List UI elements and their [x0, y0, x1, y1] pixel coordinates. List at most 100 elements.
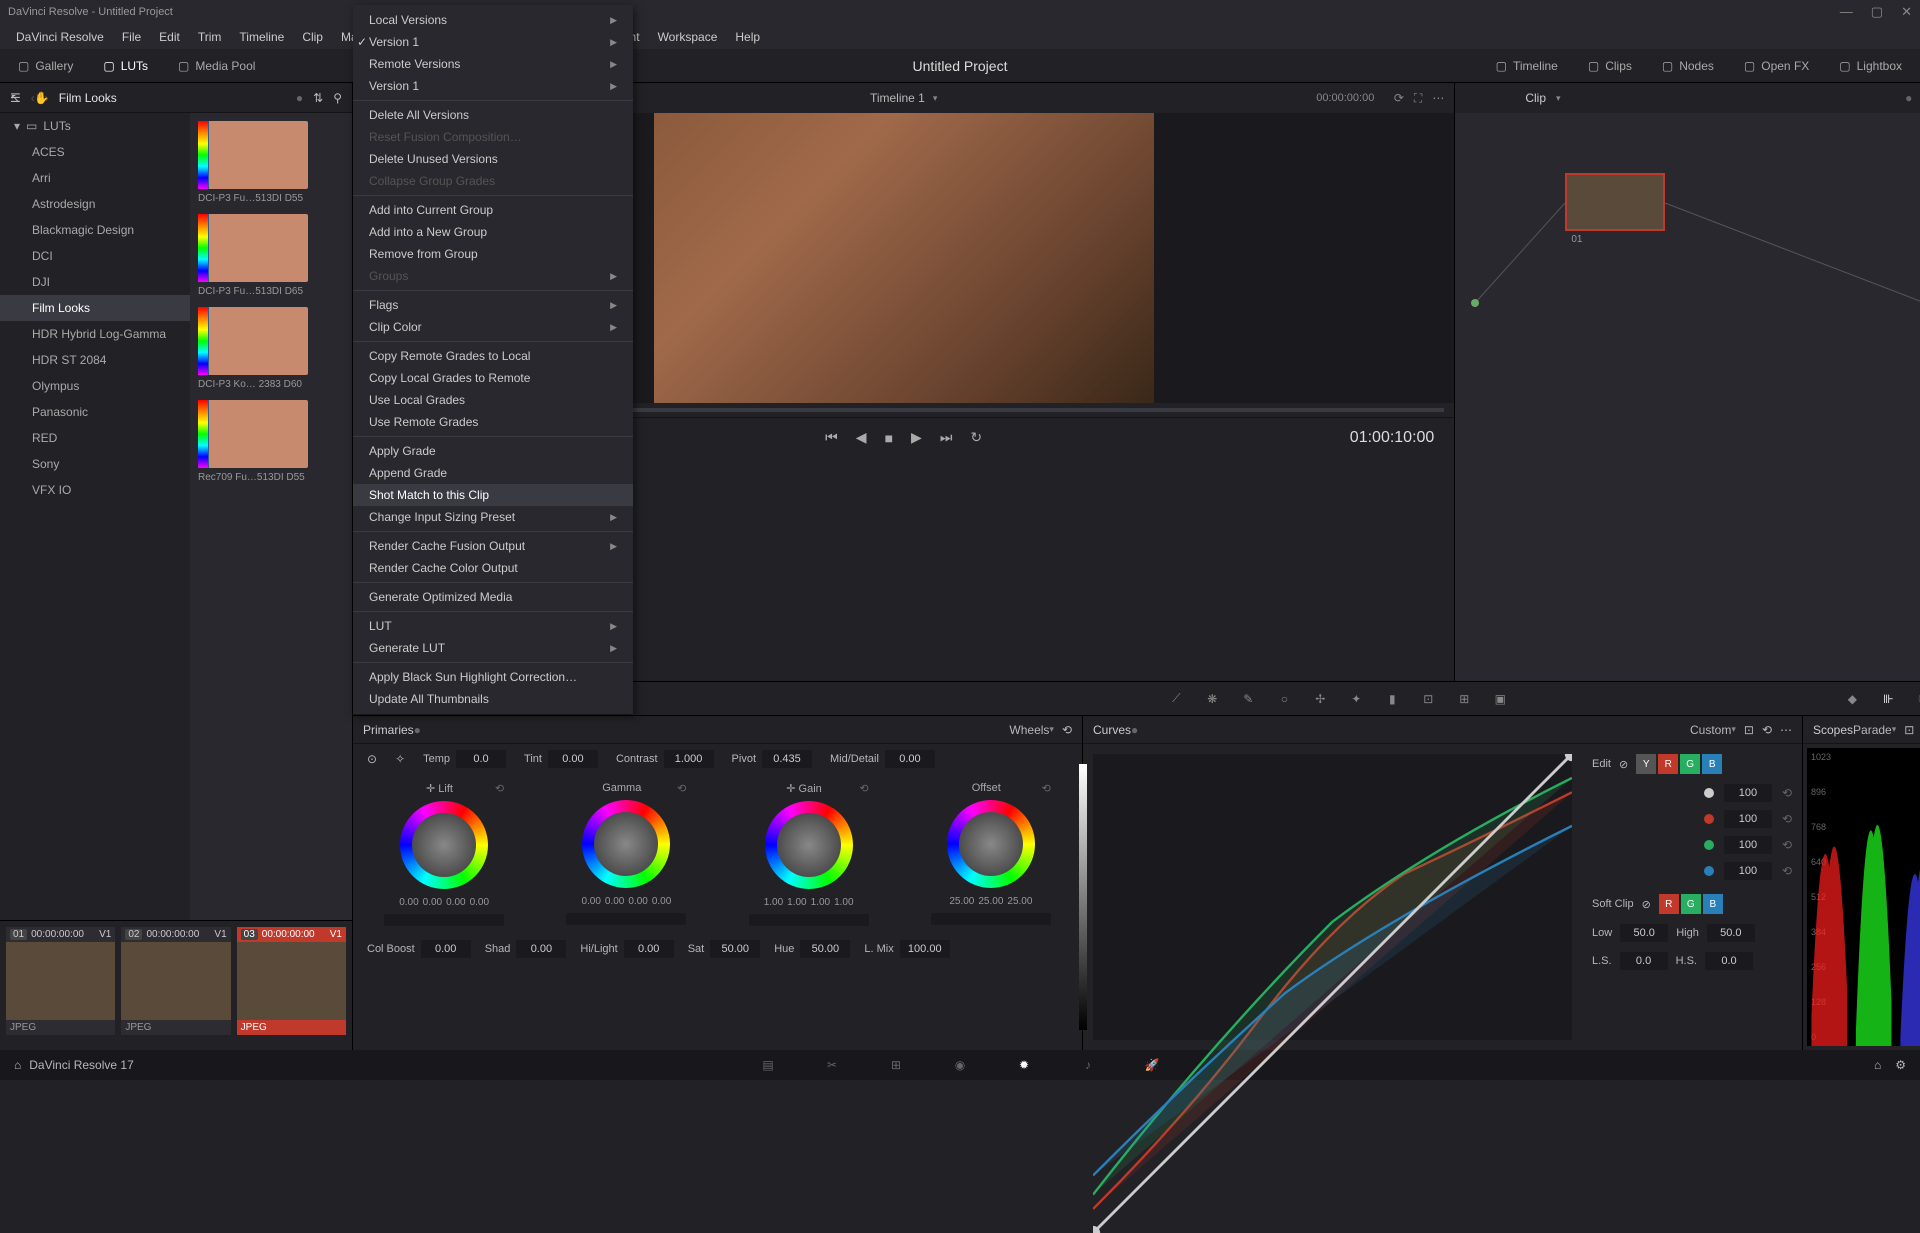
low-input[interactable] [1620, 924, 1668, 942]
loop-icon[interactable]: ↻ [970, 429, 982, 446]
tree-item-dci[interactable]: DCI [0, 243, 190, 269]
lut-thumb[interactable]: DCI-P3 Ko… 2383 D60 [198, 307, 344, 390]
middetail-input[interactable] [885, 750, 935, 768]
tree-root[interactable]: ▾ ▭ LUTs [0, 113, 190, 139]
lift-slider[interactable] [384, 914, 504, 926]
chevron-down-icon[interactable]: ▾ [1049, 724, 1054, 735]
ctx-use-remote-grades[interactable]: Use Remote Grades [353, 411, 633, 433]
dot-icon[interactable]: ● [296, 91, 303, 105]
page-color-icon[interactable]: ✹ [1012, 1053, 1036, 1077]
channel-value[interactable] [1724, 784, 1772, 802]
curves-mode[interactable]: Custom [1690, 723, 1731, 737]
menu-davinci-resolve[interactable]: DaVinci Resolve [8, 26, 112, 48]
tree-item-astrodesign[interactable]: Astrodesign [0, 191, 190, 217]
ctx-append-grade[interactable]: Append Grade [353, 462, 633, 484]
timecode-small[interactable]: 00:00:00:00 [1316, 92, 1374, 104]
link-icon[interactable]: ⊘ [1619, 758, 1628, 771]
chan-y[interactable]: Y [1636, 754, 1656, 774]
curves-icon[interactable]: ⟋ [1166, 689, 1186, 709]
chevron-down-icon[interactable]: ▾ [1731, 724, 1736, 735]
gamma-slider[interactable] [566, 913, 686, 925]
play-icon[interactable]: ▶ [911, 429, 922, 446]
toolbar-clips[interactable]: ▢Clips [1580, 55, 1640, 77]
ls-input[interactable] [1620, 952, 1668, 970]
menu-workspace[interactable]: Workspace [650, 26, 726, 48]
tree-item-arri[interactable]: Arri [0, 165, 190, 191]
slider-dot[interactable]: ● [1905, 91, 1912, 105]
toolbar-media-pool[interactable]: ▢Media Pool [170, 55, 263, 77]
pivot-input[interactable] [762, 750, 812, 768]
key-icon[interactable]: ⊡ [1418, 689, 1438, 709]
ctx-apply-black-sun-highlight-correction-[interactable]: Apply Black Sun Highlight Correction… [353, 666, 633, 688]
node-mode-label[interactable]: Clip [1525, 91, 1546, 105]
tree-item-film-looks[interactable]: Film Looks [0, 295, 190, 321]
ctx-clip-color[interactable]: Clip Color▶ [353, 316, 633, 338]
ctx-lut[interactable]: LUT▶ [353, 615, 633, 637]
sc-g[interactable]: G [1681, 894, 1701, 914]
ctx-generate-lut[interactable]: Generate LUT▶ [353, 637, 633, 659]
hilight-input[interactable] [624, 940, 674, 958]
sc-r[interactable]: R [1659, 894, 1679, 914]
ctx-generate-optimized-media[interactable]: Generate Optimized Media [353, 586, 633, 608]
scopes-mode[interactable]: Parade [1853, 723, 1892, 737]
chan-g[interactable]: G [1680, 754, 1700, 774]
scopes-icon[interactable]: ⊪ [1878, 689, 1898, 709]
maximize-icon[interactable]: ▢ [1871, 4, 1883, 20]
ctx-version-1[interactable]: ✓Version 1▶ [353, 31, 633, 53]
colboost-input[interactable] [421, 940, 471, 958]
ctx-apply-grade[interactable]: Apply Grade [353, 440, 633, 462]
channel-dot[interactable] [1704, 866, 1714, 876]
lift-wheel[interactable] [400, 801, 488, 889]
tree-item-olympus[interactable]: Olympus [0, 373, 190, 399]
tree-item-vfx-io[interactable]: VFX IO [0, 477, 190, 503]
ctx-delete-unused-versions[interactable]: Delete Unused Versions [353, 148, 633, 170]
hs-input[interactable] [1705, 952, 1753, 970]
lut-thumb[interactable]: DCI-P3 Fu…513DI D65 [198, 214, 344, 297]
reset-icon[interactable]: ⟲ [1782, 812, 1792, 826]
curve-graph[interactable] [1093, 754, 1572, 1040]
ctx-local-versions[interactable]: Local Versions▶ [353, 9, 633, 31]
sat-input[interactable] [710, 940, 760, 958]
toolbar-gallery[interactable]: ▢Gallery [10, 55, 81, 77]
menu-clip[interactable]: Clip [294, 26, 331, 48]
tracker-icon[interactable]: ✢ [1310, 689, 1330, 709]
warper-icon[interactable]: ❋ [1202, 689, 1222, 709]
reset-icon[interactable]: ⟲ [1782, 864, 1792, 878]
toolbar-nodes[interactable]: ▢Nodes [1654, 55, 1722, 77]
cursor-icon[interactable]: ↖ [10, 91, 20, 105]
gain-slider[interactable] [749, 914, 869, 926]
tree-item-hdr-st-2084[interactable]: HDR ST 2084 [0, 347, 190, 373]
reset-icon[interactable]: ⟲ [1782, 786, 1792, 800]
tree-item-dji[interactable]: DJI [0, 269, 190, 295]
chan-b[interactable]: B [1702, 754, 1722, 774]
page-fusion-icon[interactable]: ◉ [948, 1053, 972, 1077]
auto-icon[interactable]: ✧ [395, 752, 405, 766]
menu-edit[interactable]: Edit [151, 26, 188, 48]
hand-icon[interactable]: ✋ [34, 91, 49, 105]
tree-item-blackmagic-design[interactable]: Blackmagic Design [0, 217, 190, 243]
close-icon[interactable]: ✕ [1901, 4, 1912, 20]
keyframe-icon[interactable]: ◆ [1842, 689, 1862, 709]
page-cut-icon[interactable]: ✂ [820, 1053, 844, 1077]
info-icon[interactable]: ⓘ [1914, 689, 1920, 709]
reset-icon[interactable]: ⟲ [1762, 723, 1772, 737]
more-icon[interactable]: ⋯ [1432, 91, 1444, 106]
clip-01[interactable]: 0100:00:00:00V1JPEG [6, 927, 115, 1044]
picker-icon[interactable]: ⊙ [367, 752, 377, 766]
sort-icon[interactable]: ⇅ [313, 91, 323, 105]
channel-dot[interactable] [1704, 840, 1714, 850]
gain-wheel[interactable] [765, 801, 853, 889]
settings-icon[interactable]: ⚙ [1895, 1058, 1906, 1072]
tree-item-panasonic[interactable]: Panasonic [0, 399, 190, 425]
ctx-render-cache-fusion-output[interactable]: Render Cache Fusion Output▶ [353, 535, 633, 557]
menu-timeline[interactable]: Timeline [231, 26, 292, 48]
ctx-delete-all-versions[interactable]: Delete All Versions [353, 104, 633, 126]
tint-input[interactable] [548, 750, 598, 768]
chevron-down-icon[interactable]: ▾ [1892, 724, 1897, 735]
magic-icon[interactable]: ✦ [1346, 689, 1366, 709]
menu-help[interactable]: Help [727, 26, 768, 48]
expand-icon[interactable]: ⊡ [1744, 723, 1754, 737]
ctx-copy-remote-grades-to-local[interactable]: Copy Remote Grades to Local [353, 345, 633, 367]
timeline-name[interactable]: Timeline 1 [870, 91, 925, 105]
menu-file[interactable]: File [114, 26, 149, 48]
